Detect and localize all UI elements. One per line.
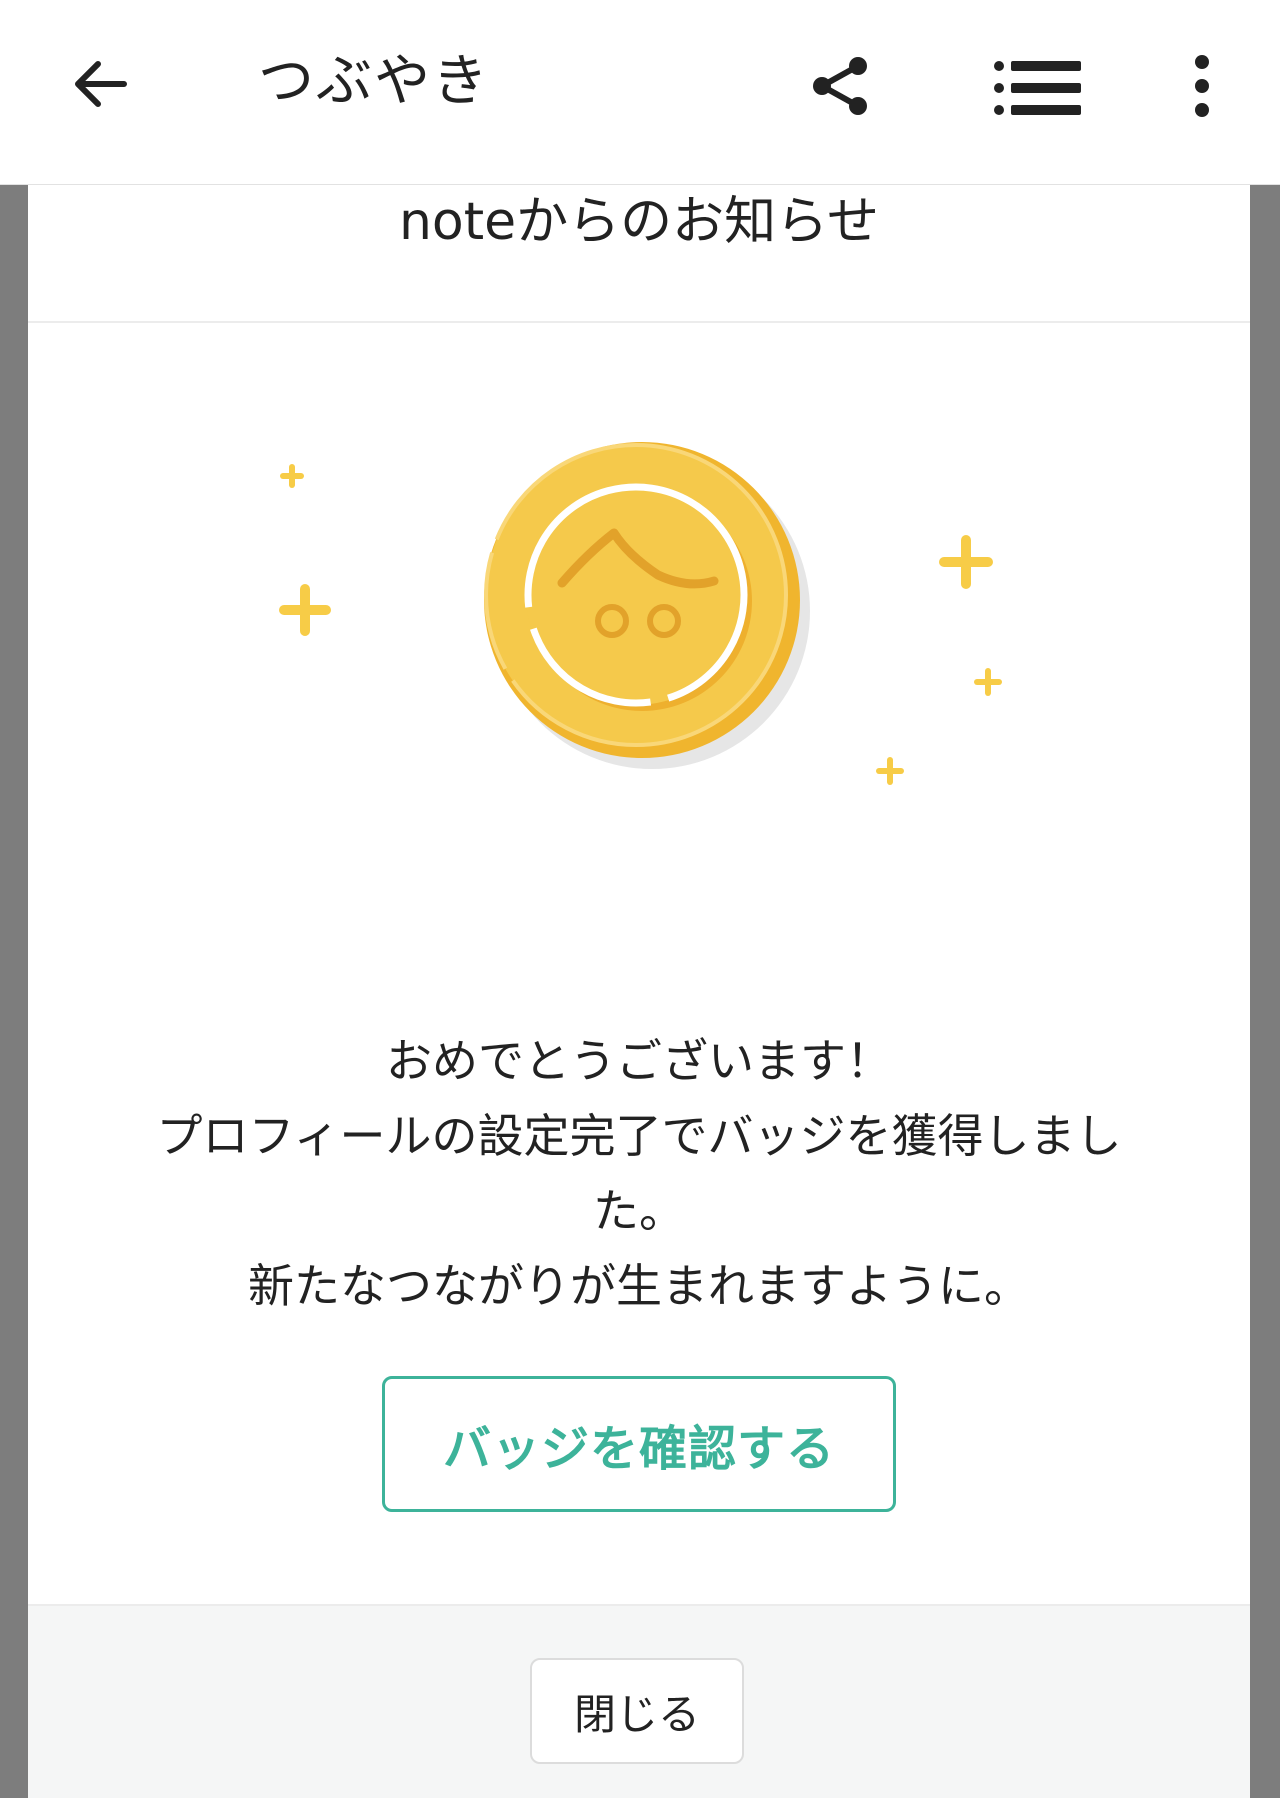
sparkle-icon	[876, 757, 904, 785]
more-options-button[interactable]	[1172, 44, 1232, 128]
message-line: 新たなつながりが生まれますように。	[248, 1259, 1030, 1313]
close-button[interactable]: 閉じる	[530, 1658, 744, 1764]
notification-dialog: noteからのお知らせ おめでとうございます！ プロフィールの設定完了でバッジを…	[28, 184, 1250, 1798]
share-button[interactable]	[800, 46, 880, 126]
sparkle-icon	[279, 584, 331, 636]
more-vert-icon	[1195, 55, 1209, 117]
sparkle-icon	[280, 464, 304, 488]
list-icon	[994, 61, 1081, 115]
top-app-bar: つぶやき	[0, 0, 1280, 185]
congratulation-message: おめでとうございます！ プロフィールの設定完了でバッジを獲得しまし た。 新たな…	[88, 1024, 1190, 1324]
sparkle-icon	[939, 535, 993, 589]
back-button[interactable]	[58, 42, 142, 126]
dialog-title: noteからのお知らせ	[398, 192, 880, 252]
badge-illustration	[28, 323, 1250, 1043]
page-title: つぶやき	[258, 49, 490, 114]
message-line: おめでとうございます！	[386, 1034, 892, 1088]
view-badge-button[interactable]: バッジを確認する	[382, 1376, 896, 1512]
table-of-contents-button[interactable]	[990, 50, 1086, 126]
dialog-header: noteからのお知らせ	[28, 184, 1250, 323]
sparkle-icon	[974, 668, 1002, 696]
coin-icon	[484, 442, 810, 769]
message-line: プロフィールの設定完了でバッジを獲得しまし	[156, 1109, 1122, 1163]
arrow-back-icon	[75, 61, 127, 107]
share-icon	[813, 57, 867, 115]
message-line: た。	[593, 1184, 685, 1238]
dialog-footer: 閉じる	[28, 1604, 1250, 1798]
